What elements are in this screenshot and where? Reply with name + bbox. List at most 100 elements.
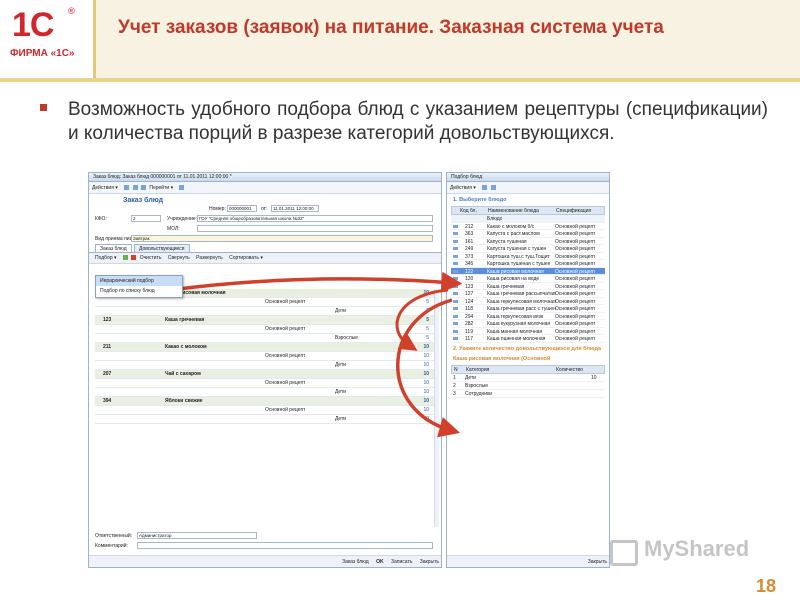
add-icon[interactable] — [122, 255, 128, 261]
clear-button[interactable]: Очистить — [140, 255, 162, 261]
menu-item-list-pick[interactable]: Подбор по списку блюд — [96, 286, 182, 296]
dish-icon — [453, 299, 458, 303]
order-row[interactable]: Дети 10 — [95, 361, 437, 370]
dish-code: 212 — [465, 223, 474, 230]
pick-button[interactable]: Подбор ▾ — [95, 255, 117, 261]
dish-name: Какао с молоком б/с — [487, 223, 535, 230]
dish-name: Каша рисовая на воде — [487, 276, 540, 282]
dish-row[interactable]: 294 Каша геркулесовая вязк Основной рецепт — [451, 313, 605, 320]
dish-row[interactable]: 249 Капуста тушеная с тушен Основной рецеп… — [451, 245, 605, 253]
order-row[interactable]: Дети 5 — [95, 307, 437, 316]
order-row[interactable]: Основной рецепт 10 — [95, 406, 437, 415]
order-row[interactable]: Основной рецепт 5 — [95, 325, 437, 334]
number-field[interactable]: 000000001 — [227, 205, 257, 212]
copy-icon[interactable] — [132, 185, 138, 191]
meal-type-field[interactable]: Завтрак — [131, 235, 433, 242]
eater-row[interactable]: 1 Дети 10 — [451, 374, 605, 382]
dish-list: 212 Какао с молоком б/с Основной рецепт 363… — [447, 223, 609, 343]
collapse-button[interactable]: Свернуть — [168, 255, 190, 261]
dish-name: Каша гречневая расс с тушен — [487, 306, 556, 312]
date-field[interactable]: 11.01.2011 12:00:00 — [271, 205, 319, 212]
picker-help-icon[interactable] — [490, 185, 496, 191]
responsible-field[interactable]: Администратор — [137, 532, 257, 539]
eater-row[interactable]: 2 Взрослые — [451, 382, 605, 390]
dish-row[interactable]: 282 Каша кукурузная молочная Основной реце… — [451, 320, 605, 328]
dish-row[interactable]: 373 Картошка туш.с туш.Тощит Основной реце… — [451, 253, 605, 260]
dish-row[interactable]: 117 Каша пшенная молочная Основной рецепт — [451, 335, 605, 343]
goto-menu[interactable]: Перейти ▾ — [149, 185, 173, 191]
order-window-title: Заказ блюд: Заказ блюд 000000001 от 11.0… — [89, 173, 441, 182]
dish-row[interactable]: 124 Каша геркулесовая молочная Основной ре… — [451, 298, 605, 305]
order-row[interactable]: 207 Чай с сахаром 10 — [95, 370, 437, 379]
order-row[interactable]: 394 Яблоки свежие 10 — [95, 397, 437, 406]
dish-row[interactable]: 120 Каша рисовая на воде Основной рецепт — [451, 275, 605, 283]
step2-title: 2. Укажите количество довольствующихся д… — [453, 345, 602, 352]
refresh-icon[interactable] — [140, 185, 146, 191]
delete-icon[interactable] — [131, 255, 137, 261]
picker-close-button[interactable]: Закрыть — [588, 559, 607, 565]
help-icon[interactable] — [179, 185, 185, 191]
picker-actions-menu[interactable]: Действия ▾ — [450, 185, 476, 191]
comment-field[interactable] — [137, 542, 433, 549]
order-row[interactable]: Взрослые 5 — [95, 334, 437, 343]
dish-row[interactable]: 119 Каша манная молочная Основной рецепт — [451, 328, 605, 335]
table-toolbar: Подбор ▾ Очистить Свернуть Развернуть Со… — [89, 253, 441, 264]
col-category: Категория — [466, 366, 490, 373]
order-row[interactable]: Основной рецепт 5 — [95, 298, 437, 307]
save-icon[interactable] — [124, 185, 130, 191]
step2-dish: Каша рисовая молочная (Основной — [453, 355, 551, 362]
tab-eaters[interactable]: Довольствующиеся — [134, 244, 190, 252]
dish-row[interactable]: 122 Каша рисовая молочная Основной рецепт — [451, 267, 605, 275]
order-row-qty: 5 — [426, 308, 429, 314]
picker-refresh-icon[interactable] — [482, 185, 488, 191]
order-row[interactable]: Основной рецепт 10 — [95, 352, 437, 361]
order-row-name: Чай с сахаром — [165, 371, 201, 377]
order-row[interactable]: Дети 10 — [95, 415, 437, 424]
actions-menu[interactable]: Действия ▾ — [92, 185, 118, 191]
order-row[interactable]: 211 Какао с молоком 10 — [95, 343, 437, 352]
logo: 1С ® ФИРМА «1С» — [0, 0, 96, 78]
tabs: Заказ блюд Довольствующиеся — [89, 244, 441, 253]
order-row[interactable]: Дети 10 — [95, 388, 437, 397]
order-row-qty: 10 — [423, 380, 429, 386]
order-row[interactable]: Основной рецепт 10 — [95, 379, 437, 388]
print-order-button[interactable]: Заказ блюд — [342, 559, 369, 565]
eater-n: 3 — [453, 390, 456, 397]
kfo-field[interactable]: 2 — [131, 215, 161, 222]
dish-icon — [453, 307, 458, 310]
mol-field[interactable] — [197, 225, 433, 232]
dish-row[interactable]: 123 Каша гречневая Основной рецепт — [451, 283, 605, 290]
form-title-text: Заказ блюд — [123, 197, 164, 204]
institution-field[interactable]: ГОУ "Средняя общеобразовательная школа №… — [197, 215, 433, 222]
order-row-name: Дети — [335, 308, 347, 314]
dish-icon — [453, 322, 458, 325]
kfo-row: КФО: 2 Учреждение: ГОУ "Средняя общеобра… — [89, 214, 441, 224]
dish-row[interactable]: 118 Каша гречневая расс с тушен Основной р… — [451, 305, 605, 313]
order-row[interactable]: 123 Каша гречневая 5 — [95, 316, 437, 325]
write-button[interactable]: Записать — [391, 559, 412, 565]
dish-row[interactable]: 345 Картошка тушеная с тушен Основной реце… — [451, 260, 605, 268]
dish-icon — [453, 292, 458, 295]
dish-row[interactable]: 127 Каша гречневая рассыпчатая Основной ре… — [451, 290, 605, 298]
eater-row[interactable]: 3 Сотрудники — [451, 390, 605, 398]
ok-button[interactable]: OK — [376, 559, 384, 565]
dish-spec: Основной рецепт — [555, 261, 596, 267]
table-scrollbar[interactable] — [434, 289, 439, 527]
menu-item-hierarchical-pick[interactable]: Иерархический подбор — [96, 276, 182, 286]
expand-button[interactable]: Развернуть — [196, 255, 223, 261]
dish-code: 127 — [465, 291, 474, 297]
close-button[interactable]: Закрыть — [420, 559, 439, 565]
order-row-qty: 10 — [423, 362, 429, 368]
order-row-qty: 10 — [423, 389, 429, 395]
sort-button[interactable]: Сортировать ▾ — [229, 255, 263, 261]
dish-spec: Основной рецепт — [555, 283, 596, 290]
order-row-qty: 5 — [426, 326, 429, 332]
dish-icon — [453, 239, 458, 243]
picker-window-title: Подбор блюд — [447, 173, 609, 182]
tab-order[interactable]: Заказ блюд — [95, 244, 132, 252]
mol-row: МОЛ: — [89, 224, 441, 234]
dish-code: 117 — [465, 336, 473, 342]
dish-row[interactable]: 161 Капуста тушеная Основной рецепт — [451, 238, 605, 245]
dish-row[interactable]: 363 Капуста с раст.маслом Основной рецепт — [451, 230, 605, 238]
dish-row[interactable]: 212 Какао с молоком б/с Основной рецепт — [451, 223, 605, 230]
